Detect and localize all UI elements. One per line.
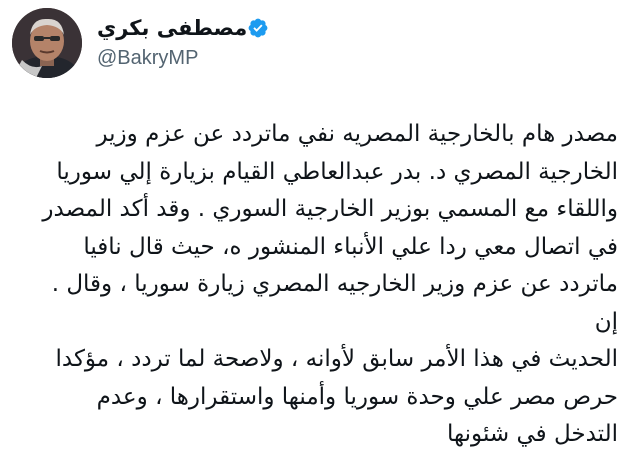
avatar[interactable] bbox=[12, 8, 82, 78]
avatar-portrait bbox=[12, 8, 82, 78]
tweet-text: مصدر هام بالخارجية المصريه نفي ماتردد عن… bbox=[42, 121, 618, 447]
tweet-header: مصطفى بكري @BakryMP bbox=[12, 8, 622, 78]
tweet-card: مصطفى بكري @BakryMP مصدر هام بالخارجية ا… bbox=[0, 0, 640, 447]
verified-badge-icon bbox=[248, 18, 268, 38]
display-name-row: مصطفى بكري bbox=[97, 12, 497, 44]
author-handle[interactable]: @BakryMP bbox=[97, 47, 497, 70]
display-name[interactable]: مصطفى بكري bbox=[97, 16, 247, 40]
author-info: مصطفى بكري @BakryMP bbox=[97, 12, 497, 70]
